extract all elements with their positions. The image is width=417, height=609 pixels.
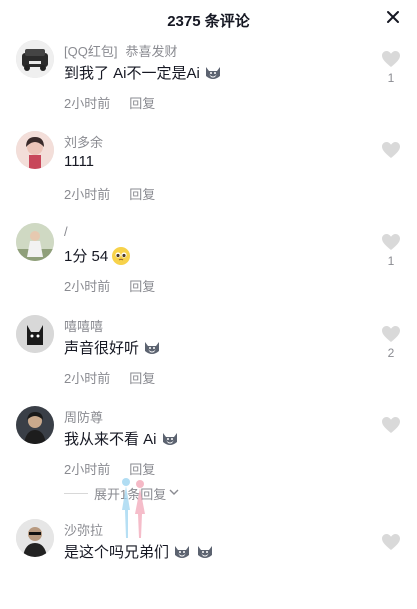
like-count: 1 <box>387 254 395 268</box>
comment-author[interactable]: 刘多余 <box>64 132 103 151</box>
husky-emoji-icon <box>160 429 180 449</box>
comment-time: 2小时前 <box>64 462 111 477</box>
comment-text: 声音很好听 <box>64 337 162 358</box>
comment-item: 沙弥拉 是这个吗兄弟们 <box>0 519 417 609</box>
like-button[interactable]: 1 <box>381 233 401 268</box>
husky-emoji-icon <box>142 338 162 358</box>
reply-button[interactable]: 回复 <box>129 462 155 477</box>
heart-icon <box>382 417 400 433</box>
comment-text: 到我了 Ai不一定是Ai <box>64 62 223 83</box>
avatar[interactable] <box>16 40 54 78</box>
comment-text: 1111 <box>64 153 95 170</box>
like-count <box>381 437 401 451</box>
close-icon[interactable] <box>385 9 401 25</box>
heart-icon <box>382 51 400 67</box>
comment-item: / 1分 54 2小时前 回复 1 <box>0 223 417 313</box>
chevron-down-icon <box>168 486 180 501</box>
pleading-face-emoji-icon <box>111 246 131 266</box>
comment-meta: 2小时前 回复 <box>64 184 155 203</box>
like-button[interactable] <box>381 533 401 551</box>
avatar[interactable] <box>16 315 54 353</box>
reply-button[interactable]: 回复 <box>129 279 155 294</box>
avatar[interactable] <box>16 223 54 261</box>
comment-author[interactable]: 沙弥拉 <box>64 520 103 539</box>
expand-replies-label: 展开1条回复 <box>94 487 167 502</box>
comment-item: 刘多余 1111 2小时前 回复 <box>0 131 417 221</box>
avatar[interactable] <box>16 406 54 444</box>
comment-author[interactable]: / <box>64 224 68 239</box>
husky-emoji-icon <box>172 542 192 562</box>
divider <box>64 493 88 494</box>
like-count: 1 <box>387 71 395 85</box>
comment-item: 嘻嘻嘻 声音很好听 2小时前 回复 2 <box>0 315 417 405</box>
avatar[interactable] <box>16 519 54 557</box>
comment-time: 2小时前 <box>64 187 111 202</box>
comment-meta: 2小时前 回复 <box>64 93 155 112</box>
comments-header: 2375 条评论 <box>0 0 417 38</box>
comment-author[interactable]: [QQ红包] 恭喜发财 <box>64 41 177 60</box>
heart-icon <box>382 234 400 250</box>
like-button[interactable]: 2 <box>381 325 401 360</box>
like-count <box>381 162 401 176</box>
comment-text: 我从来不看 Ai <box>64 428 180 449</box>
comment-item: [QQ红包] 恭喜发财 到我了 Ai不一定是Ai 2小时前 回复 1 <box>0 40 417 130</box>
reply-button[interactable]: 回复 <box>129 187 155 202</box>
like-button[interactable] <box>381 141 401 176</box>
comment-item: 周防尊 我从来不看 Ai 2小时前 回复 <box>0 406 417 496</box>
comment-text: 1分 54 <box>64 245 131 266</box>
comment-author[interactable]: 嘻嘻嘻 <box>64 316 103 335</box>
heart-icon <box>382 326 400 342</box>
husky-emoji-icon <box>195 542 215 562</box>
heart-icon <box>382 534 400 550</box>
reply-button[interactable]: 回复 <box>129 96 155 111</box>
comment-text: 是这个吗兄弟们 <box>64 541 215 562</box>
comment-meta: 2小时前 回复 <box>64 459 155 478</box>
comment-meta: 2小时前 回复 <box>64 368 155 387</box>
expand-replies-button[interactable]: 展开1条回复 <box>64 484 180 503</box>
like-button[interactable] <box>381 416 401 451</box>
husky-emoji-icon <box>203 63 223 83</box>
comment-time: 2小时前 <box>64 96 111 111</box>
avatar[interactable] <box>16 131 54 169</box>
like-button[interactable]: 1 <box>381 50 401 85</box>
reply-button[interactable]: 回复 <box>129 371 155 386</box>
like-count: 2 <box>387 346 395 360</box>
comment-author[interactable]: 周防尊 <box>64 407 103 426</box>
heart-icon <box>382 142 400 158</box>
comment-meta: 2小时前 回复 <box>64 276 155 295</box>
comment-count-title: 2375 条评论 <box>167 13 250 30</box>
comment-time: 2小时前 <box>64 279 111 294</box>
comment-time: 2小时前 <box>64 371 111 386</box>
